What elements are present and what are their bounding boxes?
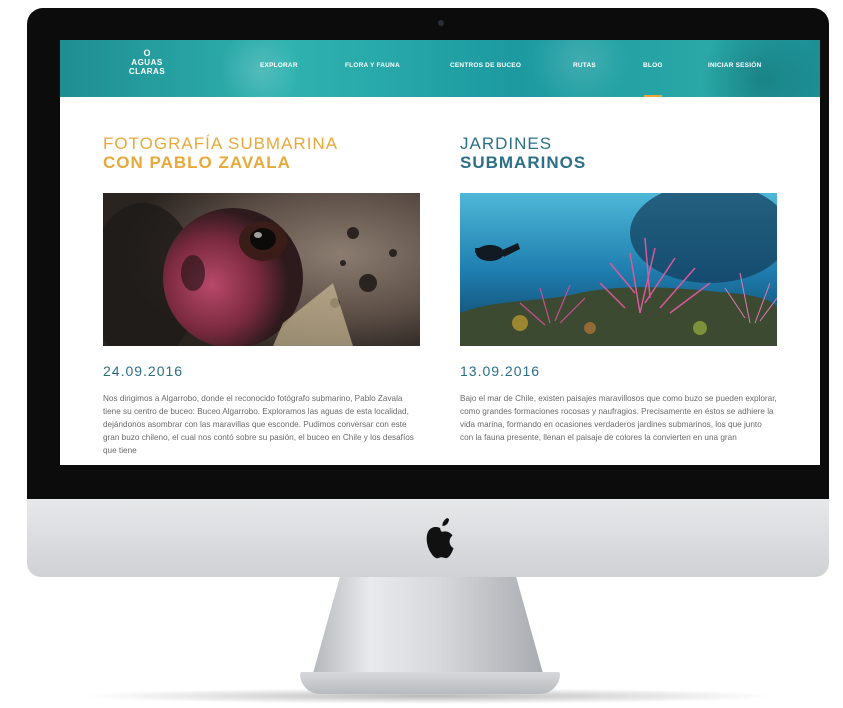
monitor-stand <box>312 577 544 677</box>
article-excerpt: Bajo el mar de Chile, existen paisajes m… <box>460 394 777 442</box>
nav-item-rutas[interactable]: RUTAS <box>573 62 596 69</box>
article-title-line2[interactable]: SUBMARINOS <box>460 153 780 172</box>
logo-mark: O <box>143 48 151 58</box>
article-title-line1[interactable]: FOTOGRAFÍA SUBMARINA <box>103 134 423 153</box>
logo-line-1: AGUAS <box>131 58 163 67</box>
site-header: O AGUAS CLARAS EXPLORAR FLORA Y FAUNA CE… <box>60 40 820 97</box>
article-date: 13.09.2016 <box>460 363 541 379</box>
nav-item-flora-y-fauna[interactable]: FLORA Y FAUNA <box>345 62 400 69</box>
apple-logo-icon <box>426 518 454 559</box>
article-photo-reef[interactable] <box>460 193 777 346</box>
logo-line-2: CLARAS <box>128 67 166 76</box>
article-card[interactable]: FOTOGRAFÍA SUBMARINA CON PABLO ZAVALA 24… <box>103 97 423 455</box>
monitor-stand-foot <box>300 672 560 694</box>
article-photo-fish[interactable] <box>103 193 420 346</box>
screen: O AGUAS CLARAS EXPLORAR FLORA Y FAUNA CE… <box>60 40 820 465</box>
nav-item-blog[interactable]: BLOG <box>643 62 663 69</box>
site-logo[interactable]: O AGUAS CLARAS <box>122 48 172 77</box>
nav-item-iniciar-sesion[interactable]: INICIAR SESIÓN <box>708 62 761 69</box>
nav-item-explorar[interactable]: EXPLORAR <box>260 62 298 69</box>
article-excerpt: Nos dirigimos a Algarrobo, donde el reco… <box>103 394 414 455</box>
article-title-line2[interactable]: CON PABLO ZAVALA <box>103 153 423 172</box>
nav-item-centros-de-buceo[interactable]: CENTROS DE BUCEO <box>450 62 521 69</box>
article-card[interactable]: JARDINES SUBMARINOS 13.09.2016 Bajo el m… <box>460 97 780 442</box>
camera-dot-icon <box>438 20 444 26</box>
article-title-line1[interactable]: JARDINES <box>460 134 780 153</box>
article-date: 24.09.2016 <box>103 363 184 379</box>
